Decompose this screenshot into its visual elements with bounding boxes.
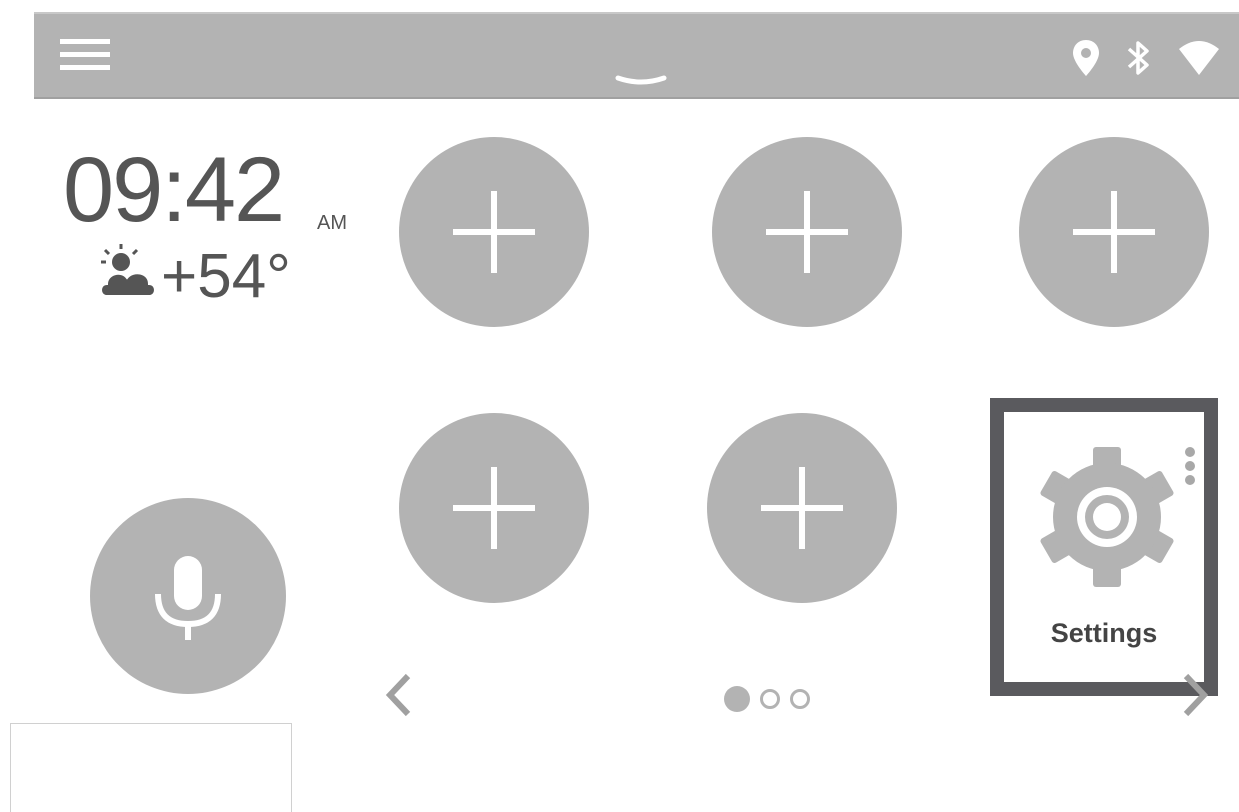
gear-icon	[1040, 447, 1174, 587]
bluetooth-icon	[1127, 41, 1149, 75]
plus-icon	[453, 191, 535, 273]
page-dot[interactable]	[790, 689, 810, 709]
partly-cloudy-icon	[95, 240, 159, 304]
chevron-right-icon[interactable]	[1178, 672, 1212, 723]
temperature: +54°	[161, 242, 291, 311]
settings-tile[interactable]: Settings	[990, 398, 1218, 696]
microphone-icon	[155, 556, 221, 640]
add-shortcut-button-2[interactable]	[712, 137, 902, 327]
settings-label: Settings	[1050, 618, 1158, 648]
more-vertical-icon[interactable]	[1184, 442, 1196, 492]
status-icons	[1071, 36, 1221, 80]
page-dot[interactable]	[760, 689, 780, 709]
page-dot-active[interactable]	[724, 686, 750, 712]
add-shortcut-button-1[interactable]	[399, 137, 589, 327]
pulldown-handle-icon[interactable]	[614, 72, 668, 92]
plus-icon	[766, 191, 848, 273]
home-screen: 09:42 AM +54° Settings	[0, 0, 1239, 812]
add-shortcut-button-3[interactable]	[1019, 137, 1209, 327]
plus-icon	[453, 467, 535, 549]
voice-assistant-button[interactable]	[90, 498, 286, 694]
wifi-icon	[1179, 41, 1219, 75]
chevron-left-icon[interactable]	[384, 672, 414, 723]
add-shortcut-button-4[interactable]	[399, 413, 589, 603]
plus-icon	[761, 467, 843, 549]
hamburger-menu-icon[interactable]	[60, 37, 112, 73]
clock-period: AM	[317, 212, 347, 234]
status-bar	[34, 12, 1239, 99]
empty-panel	[10, 723, 292, 812]
clock-widget[interactable]: 09:42 AM +54°	[55, 140, 365, 320]
clock-time: 09:42	[63, 139, 285, 241]
page-indicator	[724, 686, 834, 712]
add-shortcut-button-5[interactable]	[707, 413, 897, 603]
plus-icon	[1073, 191, 1155, 273]
location-pin-icon	[1073, 40, 1099, 76]
